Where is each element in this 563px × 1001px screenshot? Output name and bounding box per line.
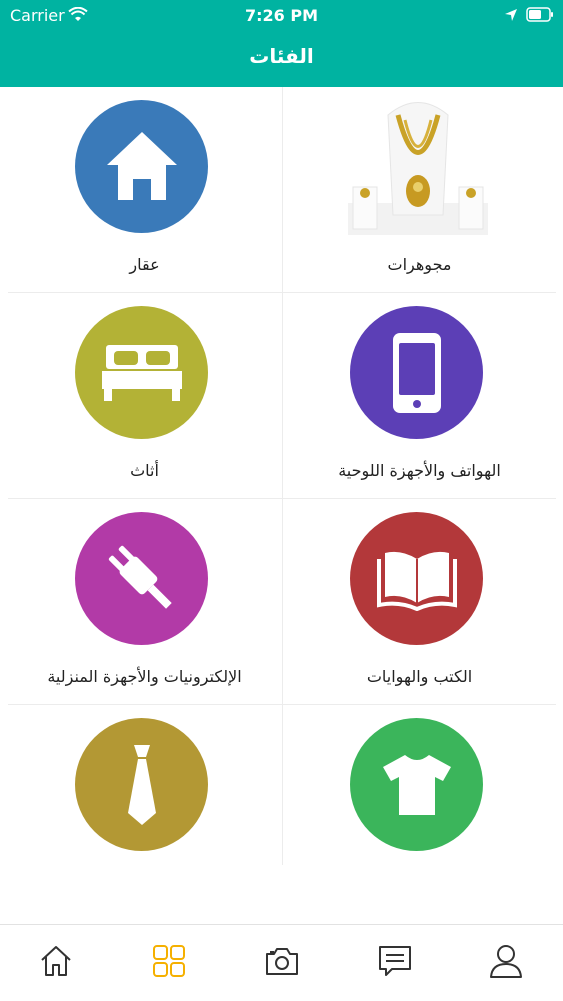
- house-icon: [75, 100, 208, 233]
- category-row: مجوهرات عقار: [8, 87, 556, 293]
- phone-icon: [350, 306, 483, 439]
- status-bar: Carrier 7:26 PM: [0, 0, 563, 30]
- plug-icon: [75, 512, 208, 645]
- battery-icon: [526, 7, 554, 22]
- bed-icon: [75, 306, 208, 439]
- category-row: [8, 705, 556, 910]
- category-real-estate[interactable]: عقار: [8, 87, 281, 292]
- profile-icon: [490, 945, 522, 978]
- category-phones[interactable]: الهواتف والأجهزة اللوحية: [283, 293, 556, 498]
- grid-icon: [153, 945, 185, 977]
- category-grid: مجوهرات عقار الهواتف والأجهزة اللوحية أث…: [8, 87, 556, 910]
- location-icon: [504, 7, 518, 26]
- tshirt-icon: [350, 718, 483, 851]
- page-title: الفئات: [249, 44, 314, 68]
- category-label: أثاث: [130, 461, 159, 480]
- category-jewelry[interactable]: مجوهرات: [283, 87, 556, 292]
- category-clothing[interactable]: [283, 705, 556, 910]
- tab-profile[interactable]: [486, 941, 526, 981]
- category-fashion[interactable]: [8, 705, 281, 910]
- home-icon: [41, 946, 71, 976]
- tie-icon: [75, 718, 208, 851]
- category-label: مجوهرات: [387, 255, 452, 274]
- category-electronics[interactable]: الإلكترونيات والأجهزة المنزلية: [8, 499, 281, 704]
- category-label: الكتب والهوايات: [366, 667, 473, 686]
- chat-icon: [379, 946, 411, 976]
- tab-bar: [0, 924, 563, 1001]
- tab-categories[interactable]: [149, 941, 189, 981]
- tab-home[interactable]: [36, 941, 76, 981]
- camera-icon: [266, 948, 298, 975]
- category-label: عقار: [129, 255, 160, 274]
- book-icon: [350, 512, 483, 645]
- clock: 7:26 PM: [244, 6, 318, 25]
- category-label: الإلكترونيات والأجهزة المنزلية: [47, 667, 242, 686]
- category-row: الكتب والهوايات الإلكترونيات والأجهزة ال…: [8, 499, 556, 705]
- category-label: الهواتف والأجهزة اللوحية: [338, 461, 501, 480]
- tab-messages[interactable]: [375, 941, 415, 981]
- necklace-image: [343, 95, 493, 240]
- category-row: الهواتف والأجهزة اللوحية أثاث: [8, 293, 556, 499]
- category-books[interactable]: الكتب والهوايات: [283, 499, 556, 704]
- header: Carrier 7:26 PM الفئات: [0, 0, 563, 87]
- tab-camera[interactable]: [262, 941, 302, 981]
- category-furniture[interactable]: أثاث: [8, 293, 281, 498]
